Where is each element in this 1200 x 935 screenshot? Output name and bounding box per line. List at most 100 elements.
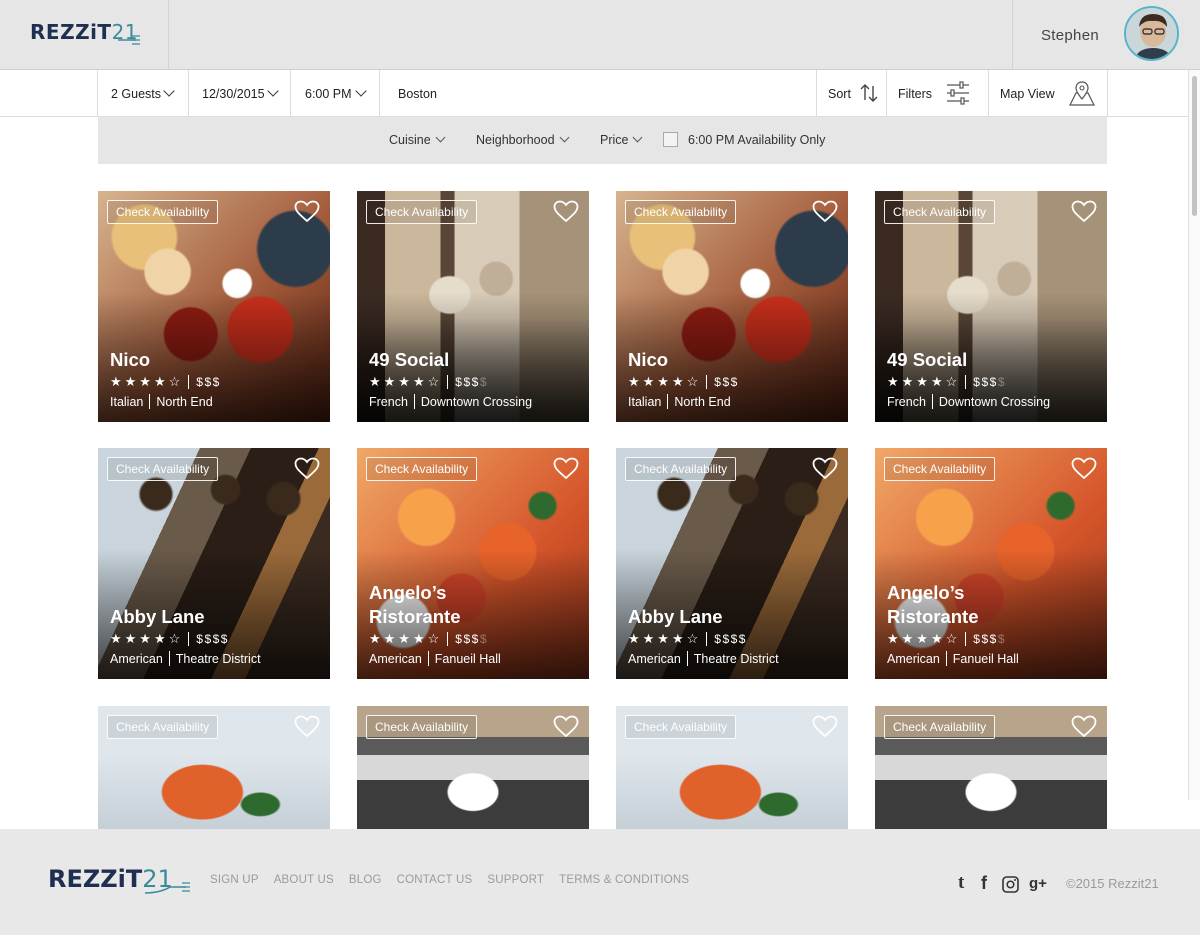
star-rating: ★★★★☆: [369, 631, 443, 646]
chevron-down-icon: [633, 132, 643, 143]
footer-link-contact-us[interactable]: CONTACT US: [397, 874, 473, 886]
heart-icon[interactable]: [1071, 715, 1097, 738]
check-availability-button[interactable]: Check Availability: [625, 715, 737, 739]
map-pin-icon: [1069, 81, 1095, 106]
heart-icon[interactable]: [294, 457, 320, 480]
facebook-icon[interactable]: f: [981, 873, 987, 894]
star-rating: ★★★★☆: [887, 631, 961, 646]
search-bar: 2 Guests 12/30/2015 6:00 PM Boston Sort …: [0, 70, 1200, 117]
check-availability-button[interactable]: Check Availability: [625, 200, 737, 224]
divider: [931, 394, 933, 409]
price-level: $$$$: [196, 632, 229, 646]
check-availability-button[interactable]: Check Availability: [107, 715, 219, 739]
chevron-down-icon: [267, 85, 279, 97]
heart-icon[interactable]: [553, 457, 579, 480]
restaurant-card[interactable]: Check Availability 49 Social ★★★★☆ $$$$ Fren…: [875, 191, 1107, 422]
divider: [706, 375, 708, 389]
check-availability-button[interactable]: Check Availability: [366, 457, 478, 481]
restaurant-card[interactable]: Check Availability: [357, 706, 589, 829]
logo-area[interactable]: REZZiT21: [0, 0, 169, 70]
date-select[interactable]: 12/30/2015: [188, 70, 290, 117]
footer-link-blog[interactable]: BLOG: [349, 874, 382, 886]
scrollbar[interactable]: [1188, 70, 1200, 800]
restaurant-card[interactable]: Check Availability: [98, 706, 330, 829]
heart-icon[interactable]: [553, 715, 579, 738]
cuisine-filter[interactable]: Cuisine: [389, 132, 446, 147]
restaurant-name[interactable]: Nico: [628, 348, 828, 372]
user-menu[interactable]: Stephen: [1012, 0, 1200, 70]
restaurant-name[interactable]: Angelo’s Ristorante: [887, 581, 1007, 629]
heart-icon[interactable]: [1071, 200, 1097, 223]
star-rating: ★★★★☆: [369, 374, 443, 389]
heart-icon[interactable]: [553, 200, 579, 223]
google-plus-icon[interactable]: g+: [1029, 875, 1047, 892]
neighborhood-filter[interactable]: Neighborhood: [476, 132, 569, 147]
footer-link-sign-up[interactable]: SIGN UP: [210, 874, 259, 886]
check-availability-button[interactable]: Check Availability: [366, 200, 478, 224]
restaurant-name[interactable]: 49 Social: [369, 348, 569, 372]
check-availability-button[interactable]: Check Availability: [107, 200, 219, 224]
heart-icon[interactable]: [812, 200, 838, 223]
restaurant-card[interactable]: Check Availability Angelo’s Ristorante ★★★…: [357, 448, 589, 679]
availability-checkbox[interactable]: [663, 132, 678, 147]
footer-link-about-us[interactable]: ABOUT US: [274, 874, 334, 886]
restaurant-card[interactable]: Check Availability Nico ★★★★☆ $$$ Italian Nor…: [98, 191, 330, 422]
check-availability-button[interactable]: Check Availability: [884, 200, 996, 224]
map-view-button[interactable]: Map View: [988, 70, 1108, 117]
restaurant-card[interactable]: Check Availability Angelo’s Ristorante ★★★…: [875, 448, 1107, 679]
location-input[interactable]: Boston: [379, 70, 816, 117]
heart-icon[interactable]: [1071, 457, 1097, 480]
restaurant-name[interactable]: Nico: [110, 348, 310, 372]
rating-row: ★★★★☆ $$$: [110, 374, 221, 390]
check-availability-button[interactable]: Check Availability: [884, 715, 996, 739]
heart-icon[interactable]: [294, 715, 320, 738]
cuisine-neighborhood: Italian North End: [110, 394, 213, 409]
restaurant-card[interactable]: Check Availability Abby Lane ★★★★☆ $$$$ Amer…: [616, 448, 848, 679]
avatar[interactable]: [1124, 6, 1179, 61]
heart-icon[interactable]: [812, 715, 838, 738]
fork-icon: [118, 35, 140, 45]
heart-icon[interactable]: [294, 200, 320, 223]
heart-icon[interactable]: [812, 457, 838, 480]
footer-link-support[interactable]: SUPPORT: [487, 874, 544, 886]
tumblr-icon[interactable]: t: [958, 872, 964, 894]
cuisine-neighborhood: French Downtown Crossing: [887, 394, 1050, 409]
sort-button[interactable]: Sort: [816, 70, 886, 117]
restaurant-card[interactable]: Check Availability: [875, 706, 1107, 829]
footer-link-terms[interactable]: TERMS & CONDITIONS: [559, 874, 689, 886]
rating-row: ★★★★☆ $$$$: [628, 631, 747, 647]
price-level: $$$$: [455, 632, 488, 646]
star-rating: ★★★★☆: [110, 631, 184, 646]
check-availability-button[interactable]: Check Availability: [366, 715, 478, 739]
user-name[interactable]: Stephen: [1041, 27, 1099, 44]
star-rating: ★★★★☆: [628, 374, 702, 389]
star-rating: ★★★★☆: [887, 374, 961, 389]
guests-select[interactable]: 2 Guests: [97, 70, 188, 117]
star-rating: ★★★★☆: [110, 374, 184, 389]
restaurant-card[interactable]: Check Availability Abby Lane ★★★★☆ $$$$ Amer…: [98, 448, 330, 679]
time-select[interactable]: 6:00 PM: [290, 70, 379, 117]
instagram-icon[interactable]: [1002, 876, 1019, 893]
price-level: $$$$: [455, 375, 488, 389]
sort-arrows-icon: [860, 84, 878, 102]
check-availability-button[interactable]: Check Availability: [884, 457, 996, 481]
cuisine-label: American: [628, 651, 681, 666]
scroll-thumb[interactable]: [1192, 76, 1197, 216]
copyright: ©2015 Rezzit21: [1066, 876, 1159, 891]
restaurant-name[interactable]: Abby Lane: [628, 605, 828, 629]
price-level: $$$: [714, 375, 739, 389]
chevron-down-icon: [559, 132, 569, 143]
restaurant-name[interactable]: 49 Social: [887, 348, 1087, 372]
price-filter[interactable]: Price: [600, 132, 643, 147]
check-availability-button[interactable]: Check Availability: [625, 457, 737, 481]
restaurant-name[interactable]: Angelo’s Ristorante: [369, 581, 489, 629]
rating-row: ★★★★☆ $$$$: [369, 374, 488, 390]
restaurant-card[interactable]: Check Availability: [616, 706, 848, 829]
check-availability-button[interactable]: Check Availability: [107, 457, 219, 481]
restaurant-card[interactable]: Check Availability 49 Social ★★★★☆ $$$$ Fren…: [357, 191, 589, 422]
availability-label[interactable]: 6:00 PM Availability Only: [688, 133, 825, 147]
neighborhood-label: Downtown Crossing: [420, 394, 533, 409]
filters-button[interactable]: Filters: [886, 70, 988, 117]
restaurant-card[interactable]: Check Availability Nico ★★★★☆ $$$ Italian Nor…: [616, 191, 848, 422]
restaurant-name[interactable]: Abby Lane: [110, 605, 310, 629]
